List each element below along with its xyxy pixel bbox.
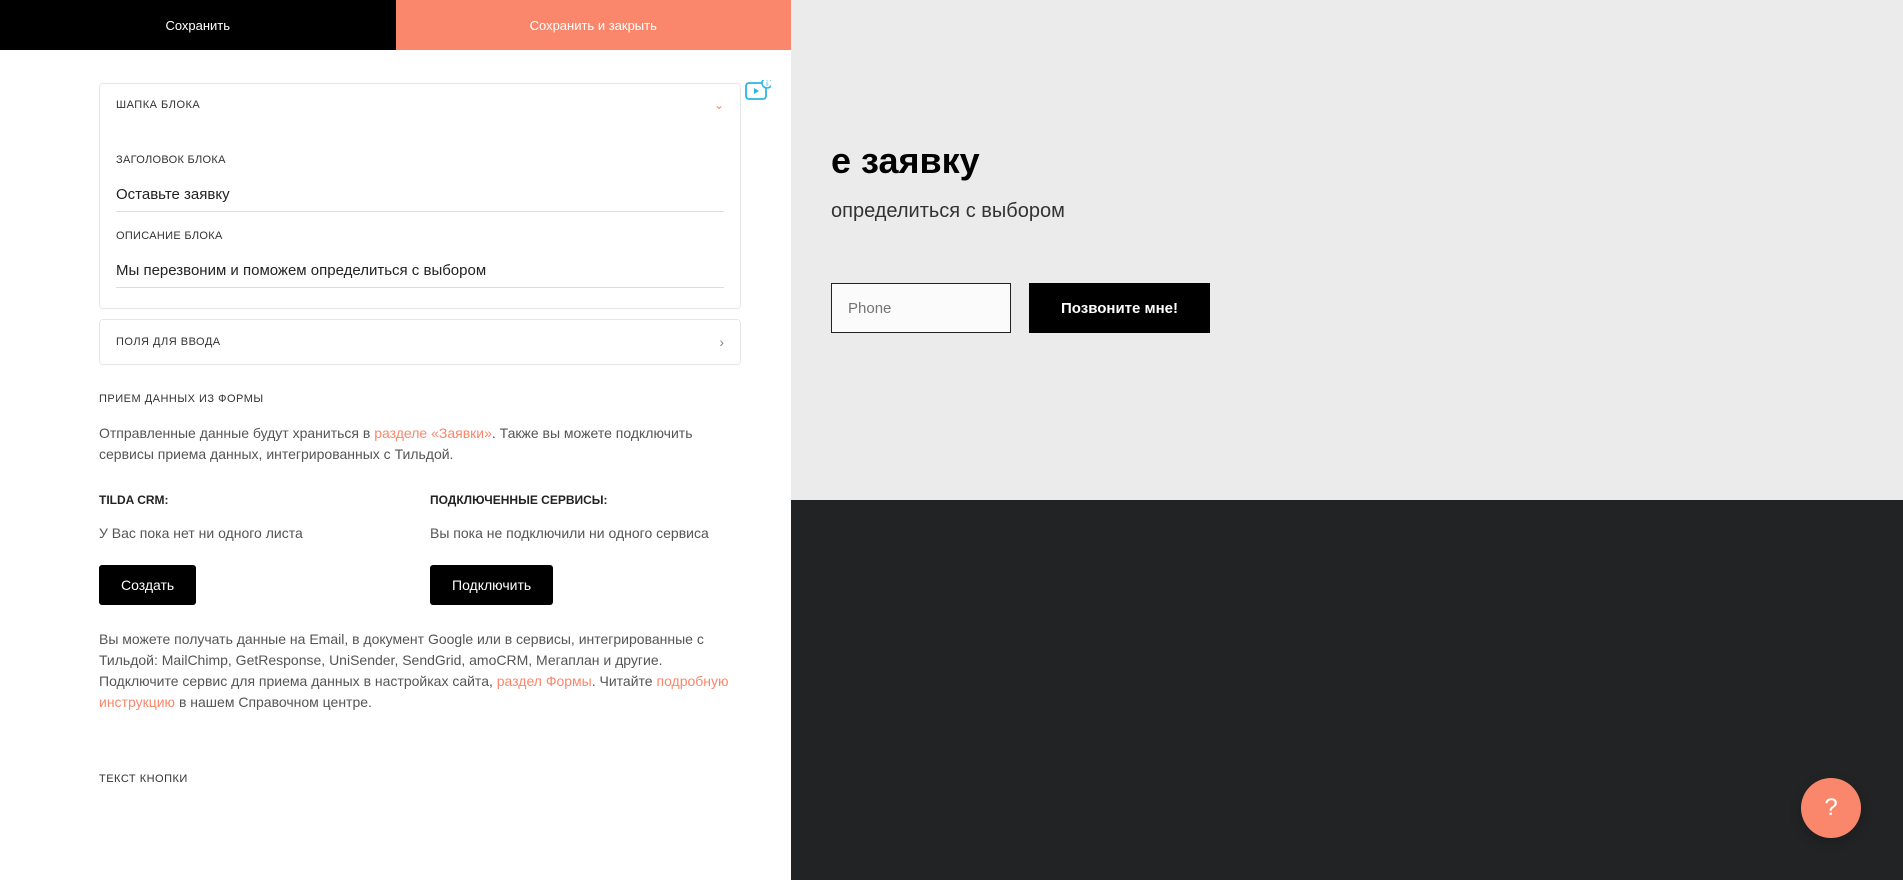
preview-submit-button[interactable]: Позвоните мне! <box>1029 283 1210 333</box>
form-receiver-note: Вы можете получать данные на Email, в до… <box>99 629 741 713</box>
block-title-input[interactable] <box>116 178 724 212</box>
preview-area-light: е заявку определиться с выбором Позвонит… <box>791 0 1903 500</box>
connect-service-button[interactable]: Подключить <box>430 565 553 605</box>
services-title: ПОДКЛЮЧЕННЫЕ СЕРВИСЫ: <box>430 493 741 507</box>
help-icon: ? <box>1824 794 1837 822</box>
header-block-title: ШАПКА БЛОКА <box>116 99 200 111</box>
preview-description: определиться с выбором <box>831 200 1863 223</box>
header-block-card: ШАПКА БЛОКА ⌄ ЗАГОЛОВОК БЛОКА ОПИСАНИЕ Б… <box>99 83 741 309</box>
save-and-close-button[interactable]: Сохранить и закрыть <box>396 0 792 50</box>
form-receiver-section: ПРИЕМ ДАННЫХ ИЗ ФОРМЫ Отправленные данны… <box>99 393 741 713</box>
header-block-toggle[interactable]: ШАПКА БЛОКА ⌄ <box>100 84 740 126</box>
help-button[interactable]: ? <box>1801 778 1861 838</box>
chevron-down-icon: ⌄ <box>714 98 724 112</box>
input-fields-title: ПОЛЯ ДЛЯ ВВОДА <box>116 336 221 348</box>
preview-area-dark <box>791 500 1903 880</box>
crm-column: TILDA CRM: У Вас пока нет ни одного лист… <box>99 493 410 605</box>
edit-panel: ШАПКА БЛОКА ⌄ ЗАГОЛОВОК БЛОКА ОПИСАНИЕ Б… <box>0 50 791 880</box>
block-desc-label: ОПИСАНИЕ БЛОКА <box>116 230 724 242</box>
chevron-right-icon: › <box>719 334 724 350</box>
button-text-title: ТЕКСТ КНОПКИ <box>99 773 741 785</box>
create-list-button[interactable]: Создать <box>99 565 196 605</box>
block-title-label: ЗАГОЛОВОК БЛОКА <box>116 154 724 166</box>
services-column: ПОДКЛЮЧЕННЫЕ СЕРВИСЫ: Вы пока не подключ… <box>430 493 741 605</box>
form-receiver-title: ПРИЕМ ДАННЫХ ИЗ ФОРМЫ <box>99 393 741 405</box>
input-fields-card: ПОЛЯ ДЛЯ ВВОДА › <box>99 319 741 365</box>
crm-title: TILDA CRM: <box>99 493 410 507</box>
preview-phone-input[interactable] <box>831 283 1011 333</box>
form-receiver-intro: Отправленные данные будут храниться в ра… <box>99 423 741 465</box>
forms-settings-link[interactable]: раздел Формы <box>497 673 592 689</box>
services-text: Вы пока не подключили ни одного сервиса <box>430 525 741 541</box>
block-desc-input[interactable] <box>116 254 724 288</box>
save-button[interactable]: Сохранить <box>0 0 396 50</box>
input-fields-toggle[interactable]: ПОЛЯ ДЛЯ ВВОДА › <box>100 320 740 364</box>
preview-title: е заявку <box>831 140 1863 182</box>
button-text-section: ТЕКСТ КНОПКИ <box>99 773 741 785</box>
crm-text: У Вас пока нет ни одного листа <box>99 525 410 541</box>
requests-link[interactable]: разделе «Заявки» <box>374 425 492 441</box>
